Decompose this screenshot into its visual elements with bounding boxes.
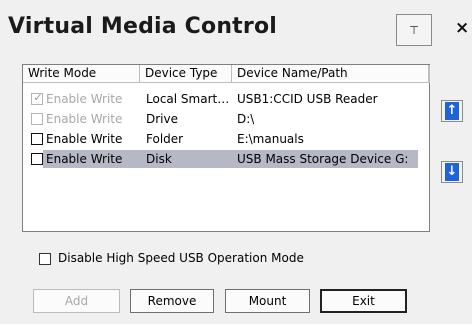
device-type: Drive: [146, 112, 178, 126]
table-row[interactable]: Enable Write Drive D:\: [23, 109, 418, 129]
close-button[interactable]: ×: [455, 18, 469, 38]
write-label: Enable Write: [46, 132, 123, 146]
add-button[interactable]: Add: [33, 289, 120, 313]
device-name: E:\manuals: [237, 132, 304, 146]
device-list[interactable]: Write Mode Device Type Device Name/Path …: [22, 64, 430, 232]
move-down-button[interactable]: ↓: [441, 161, 463, 183]
mount-button[interactable]: Mount: [225, 289, 310, 313]
write-checkbox[interactable]: [31, 153, 43, 165]
device-type: Local Smart…: [146, 92, 230, 106]
write-label: Enable Write: [46, 152, 123, 166]
device-type: Disk: [146, 152, 172, 166]
column-header-device-type[interactable]: Device Type: [140, 65, 232, 83]
column-header-write-mode[interactable]: Write Mode: [23, 65, 140, 83]
device-name: USB Mass Storage Device G:: [237, 152, 409, 166]
remove-button[interactable]: Remove: [130, 289, 214, 313]
close-icon: ×: [455, 18, 470, 38]
table-row[interactable]: Enable Write Folder E:\manuals: [23, 129, 418, 149]
window-title: Virtual Media Control: [8, 14, 278, 39]
write-checkbox[interactable]: [31, 113, 43, 125]
exit-button[interactable]: Exit: [320, 289, 407, 313]
write-label: Enable Write: [46, 112, 123, 126]
list-header: Write Mode Device Type Device Name/Path: [23, 65, 430, 83]
table-row[interactable]: Enable Write Disk USB Mass Storage Devic…: [23, 149, 418, 169]
move-up-button[interactable]: ↑: [441, 100, 463, 122]
write-checkbox[interactable]: [31, 133, 43, 145]
up-arrow-icon: ↑: [445, 102, 459, 120]
device-name: USB1:CCID USB Reader: [237, 92, 378, 106]
write-checkbox[interactable]: ✓: [31, 91, 43, 105]
pin-icon: ⊤: [409, 23, 419, 37]
high-speed-checkbox[interactable]: [39, 253, 51, 265]
write-label: Enable Write: [46, 92, 123, 106]
device-type: Folder: [146, 132, 184, 146]
pin-button[interactable]: ⊤: [396, 14, 432, 46]
header-end: [429, 65, 430, 83]
down-arrow-icon: ↓: [445, 163, 459, 181]
high-speed-label: Disable High Speed USB Operation Mode: [58, 251, 304, 265]
check-mark-icon: ✓: [33, 91, 43, 104]
table-row[interactable]: ✓ Enable Write Local Smart… USB1:CCID US…: [23, 89, 418, 109]
device-name: D:\: [237, 112, 255, 126]
column-header-device-name[interactable]: Device Name/Path: [232, 65, 429, 83]
